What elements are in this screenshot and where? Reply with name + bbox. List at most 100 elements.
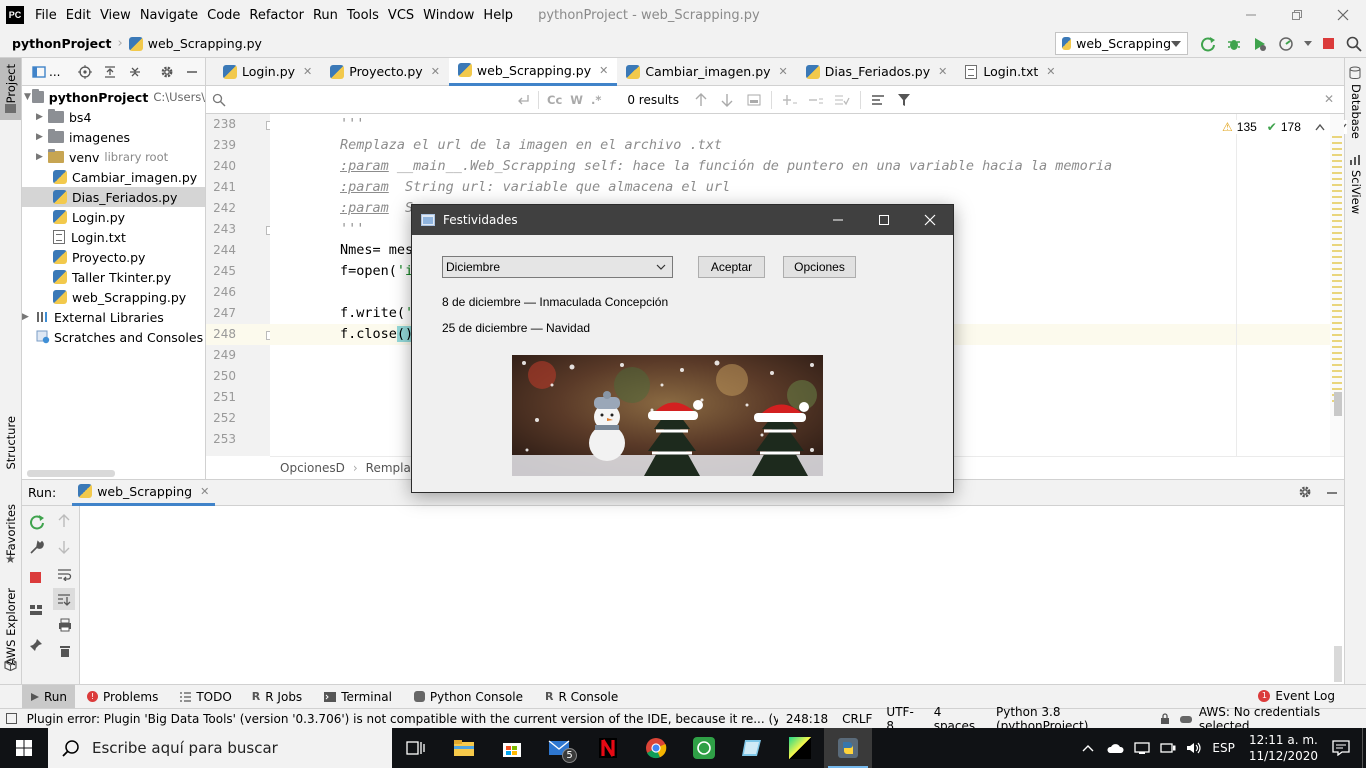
previous-highlight-icon[interactable]	[1315, 123, 1325, 131]
tab-cambiar-imagen-py[interactable]: Cambiar_imagen.py ✕	[617, 58, 796, 86]
settings-gear-icon[interactable]	[1298, 485, 1312, 499]
console-scroll-thumb[interactable]	[1334, 646, 1342, 682]
menu-run[interactable]: Run	[313, 8, 338, 23]
restore-button[interactable]	[1274, 0, 1320, 30]
previous-occurrence-icon[interactable]	[695, 92, 707, 107]
problems-tool-tab[interactable]: ! Problems	[87, 690, 158, 704]
run-config-select[interactable]: web_Scrapping	[1055, 32, 1188, 55]
tab-dias-feriados-py[interactable]: Dias_Feriados.py ✕	[797, 58, 957, 86]
menu-code[interactable]: Code	[207, 8, 240, 23]
tree-folder-bs4[interactable]: ▶ bs4	[22, 107, 205, 127]
event-log-tool-tab[interactable]: 1 Event Log	[1258, 689, 1335, 703]
layout-icon[interactable]	[29, 604, 43, 616]
inspection-widget[interactable]: ⚠ 135 ✔ 178	[1222, 120, 1347, 134]
taskbar-search-box[interactable]: Escribe aquí para buscar	[48, 728, 392, 768]
tree-file-web-scrapping[interactable]: web_Scrapping.py	[22, 287, 205, 307]
menu-window[interactable]: Window	[423, 8, 474, 23]
tab-close-icon[interactable]: ✕	[1046, 65, 1055, 78]
tree-file-taller-tkinter[interactable]: Taller Tkinter.py	[22, 267, 205, 287]
dialog-minimize-button[interactable]	[815, 205, 861, 235]
menu-tools[interactable]: Tools	[347, 8, 379, 23]
tab-proyecto-py[interactable]: Proyecto.py ✕	[321, 58, 449, 86]
input-language[interactable]: ESP	[1212, 741, 1234, 755]
start-button[interactable]	[0, 728, 48, 768]
project-view-icon[interactable]	[32, 65, 46, 79]
search-everywhere-icon[interactable]	[1346, 36, 1362, 52]
select-all-cursors-icon[interactable]	[834, 93, 850, 107]
match-case-toggle[interactable]: Cc	[547, 93, 562, 107]
project-tool-tab[interactable]: Project	[0, 58, 21, 120]
trash-icon[interactable]	[59, 644, 71, 658]
settings-gear-icon[interactable]	[160, 65, 174, 79]
tab-close-icon[interactable]: ✕	[200, 485, 209, 498]
notes-app-icon[interactable]	[728, 728, 776, 768]
down-arrow-icon[interactable]	[58, 540, 70, 554]
task-view-icon[interactable]	[392, 728, 440, 768]
menu-navigate[interactable]: Navigate	[140, 8, 198, 23]
terminal-tool-tab[interactable]: Terminal	[324, 690, 392, 704]
tree-file-cambiar-imagen[interactable]: Cambiar_imagen.py	[22, 167, 205, 187]
menu-edit[interactable]: Edit	[66, 8, 91, 23]
rerun-icon[interactable]	[29, 514, 45, 530]
tab-close-icon[interactable]: ✕	[779, 65, 788, 78]
add-cursor-icon[interactable]	[782, 93, 798, 107]
file-explorer-icon[interactable]	[440, 728, 488, 768]
breadcrumb-project[interactable]: pythonProject	[12, 36, 112, 51]
tab-web-scrapping-py[interactable]: web_Scrapping.py ✕	[448, 57, 618, 86]
show-hidden-icons-chevron-up-icon[interactable]	[1082, 744, 1094, 752]
tree-folder-imagenes[interactable]: ▶ imagenes	[22, 127, 205, 147]
tree-folder-venv[interactable]: ▶ venv library root	[22, 147, 205, 167]
python-console-tool-tab[interactable]: Python Console	[413, 690, 523, 704]
regex-toggle[interactable]: .*	[591, 93, 601, 107]
mail-icon[interactable]: 5	[536, 728, 584, 768]
coverage-icon[interactable]	[1252, 36, 1268, 52]
r-jobs-tool-tab[interactable]: R R Jobs	[252, 690, 302, 704]
up-arrow-icon[interactable]	[58, 514, 70, 528]
tree-root-pythonproject[interactable]: ▼ pythonProject C:\Users\carl	[22, 87, 205, 107]
tree-file-login-txt[interactable]: Login.txt	[22, 227, 205, 247]
status-panel-toggle-icon[interactable]	[6, 713, 17, 724]
microsoft-store-icon[interactable]	[488, 728, 536, 768]
tree-file-proyecto[interactable]: Proyecto.py	[22, 247, 205, 267]
whole-words-toggle[interactable]: W	[570, 93, 583, 107]
whatsapp-icon[interactable]	[680, 728, 728, 768]
editor-scrollbar[interactable]	[1330, 114, 1344, 456]
tree-file-login-py[interactable]: Login.py	[22, 207, 205, 227]
tab-login-py[interactable]: Login.py ✕	[214, 58, 321, 86]
tree-file-dias-feriados[interactable]: Dias_Feriados.py	[22, 187, 205, 207]
project-view-dropdown[interactable]: ...	[49, 65, 60, 79]
clock[interactable]: 12:11 a. m. 11/12/2020	[1249, 732, 1318, 764]
hide-panel-icon[interactable]	[186, 66, 198, 78]
select-all-occurrences-icon[interactable]	[747, 94, 761, 106]
onedrive-cloud-icon[interactable]	[1106, 742, 1124, 754]
next-occurrence-icon[interactable]	[721, 93, 733, 107]
month-combobox[interactable]: Diciembre	[442, 256, 673, 278]
show-desktop-button[interactable]	[1362, 728, 1366, 768]
menu-view[interactable]: View	[100, 8, 131, 23]
status-message[interactable]: Plugin error: Plugin 'Big Data Tools' (v…	[27, 712, 778, 726]
menu-file[interactable]: File	[35, 8, 57, 23]
sciview-tool-tab[interactable]: SciView	[1349, 170, 1363, 214]
expand-all-icon[interactable]	[103, 65, 117, 79]
tab-login-txt[interactable]: Login.txt ✕	[956, 58, 1064, 86]
close-window-button[interactable]	[1320, 0, 1366, 30]
find-input[interactable]	[226, 90, 516, 110]
more-run-chevron-icon[interactable]	[1304, 41, 1312, 47]
collapse-all-icon[interactable]	[128, 65, 142, 79]
aws-explorer-tool-tab[interactable]: AWS Explorer	[4, 588, 18, 665]
run-tool-tab[interactable]: Run	[22, 685, 76, 708]
new-line-icon[interactable]	[516, 94, 530, 106]
display-icon[interactable]	[1134, 742, 1151, 754]
pin-icon[interactable]	[29, 638, 43, 652]
options-button[interactable]: Opciones	[783, 256, 856, 278]
run-tab-web-scrapping[interactable]: web_Scrapping ✕	[72, 480, 216, 506]
locate-icon[interactable]	[78, 64, 93, 79]
breadcrumb-file[interactable]: web_Scrapping.py	[148, 36, 262, 51]
run-console-output[interactable]	[80, 506, 1344, 684]
tab-close-icon[interactable]: ✕	[938, 65, 947, 78]
line-separator[interactable]: CRLF	[842, 712, 872, 726]
notifications-icon[interactable]	[1332, 740, 1350, 756]
accept-button[interactable]: Aceptar	[698, 256, 765, 278]
minimize-button[interactable]	[1228, 0, 1274, 30]
network-icon[interactable]	[1160, 741, 1176, 755]
